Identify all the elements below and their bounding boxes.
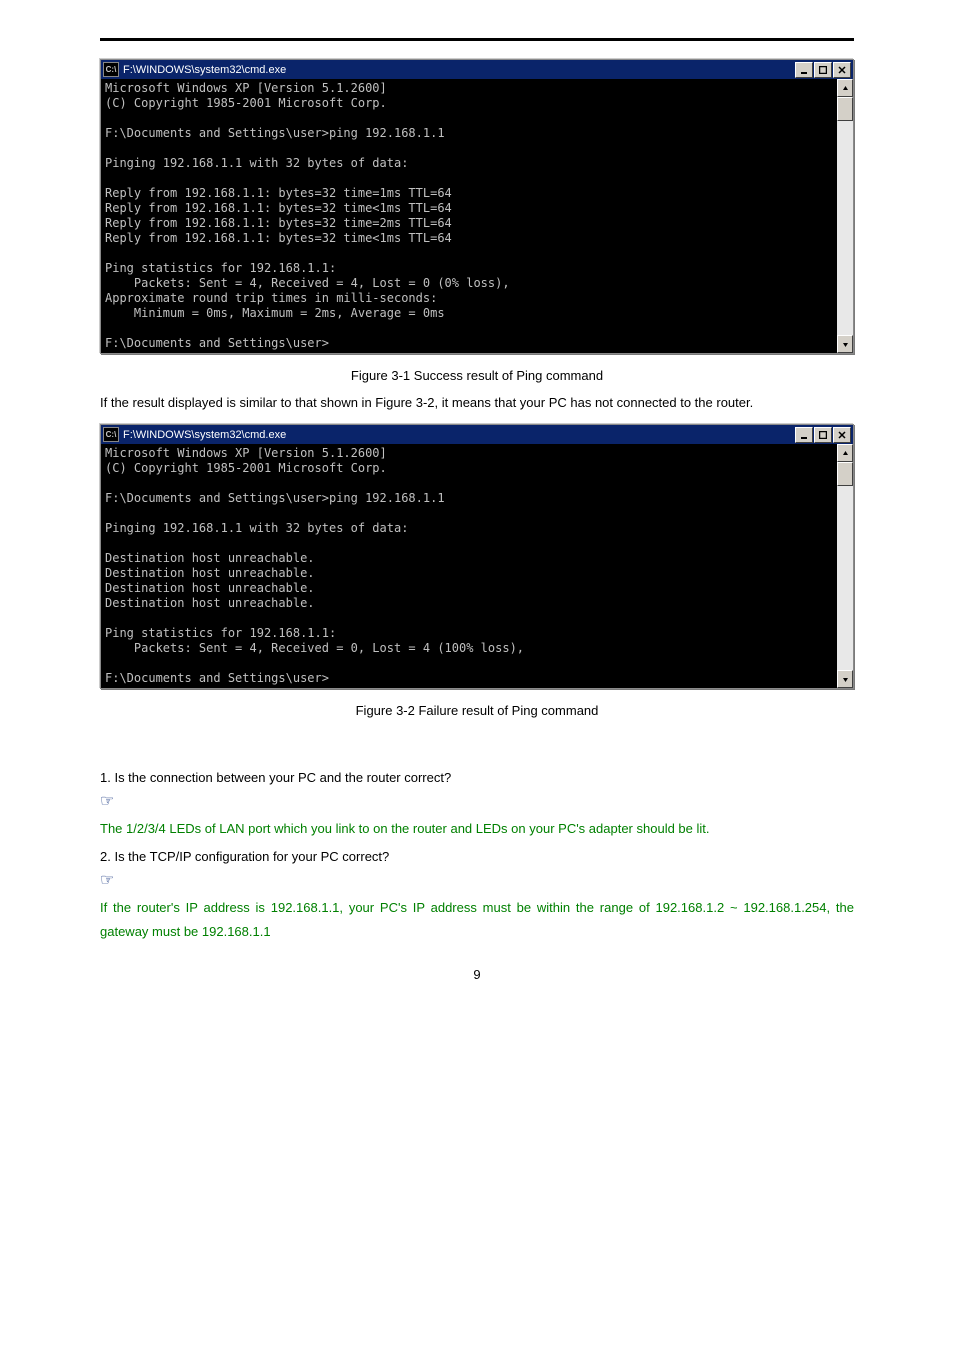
cmd-output: Microsoft Windows XP [Version 5.1.2600] … <box>101 79 837 353</box>
cmd-title-text: F:\WINDOWS\system32\cmd.exe <box>123 429 795 441</box>
check-question-1: 1. Is the connection between your PC and… <box>100 770 854 785</box>
maximize-button[interactable] <box>814 427 832 443</box>
cmd-title-text: F:\WINDOWS\system32\cmd.exe <box>123 64 795 76</box>
close-button[interactable] <box>833 62 851 78</box>
scrollbar[interactable] <box>837 444 853 688</box>
scroll-up-icon[interactable] <box>837 444 853 462</box>
scroll-up-icon[interactable] <box>837 79 853 97</box>
note-text-2: If the router's IP address is 192.168.1.… <box>100 896 854 944</box>
page-number: 9 <box>100 967 854 982</box>
document-page: C:\ F:\WINDOWS\system32\cmd.exe Microsof… <box>0 0 954 1012</box>
pointing-hand-icon: ☞ <box>100 872 114 889</box>
minimize-button[interactable] <box>795 62 813 78</box>
note-pointer-1: ☞ <box>100 791 854 811</box>
cmd-system-icon: C:\ <box>103 62 119 77</box>
note-pointer-2: ☞ <box>100 870 854 890</box>
scroll-down-icon[interactable] <box>837 335 853 353</box>
close-button[interactable] <box>833 427 851 443</box>
scroll-track[interactable] <box>837 121 853 335</box>
header-rule-thin <box>100 40 854 41</box>
pointing-hand-icon: ☞ <box>100 793 114 810</box>
cmd-window-failure: C:\ F:\WINDOWS\system32\cmd.exe Microsof… <box>100 424 854 689</box>
scroll-thumb[interactable] <box>837 97 853 121</box>
figure-caption-1: Figure 3-1 Success result of Ping comman… <box>100 368 854 383</box>
cmd-system-icon: C:\ <box>103 427 119 442</box>
scrollbar[interactable] <box>837 79 853 353</box>
minimize-button[interactable] <box>795 427 813 443</box>
paragraph-intro-failure: If the result displayed is similar to th… <box>100 391 854 414</box>
cmd-titlebar[interactable]: C:\ F:\WINDOWS\system32\cmd.exe <box>101 60 853 79</box>
scroll-down-icon[interactable] <box>837 670 853 688</box>
cmd-titlebar[interactable]: C:\ F:\WINDOWS\system32\cmd.exe <box>101 425 853 444</box>
scroll-track[interactable] <box>837 486 853 670</box>
check-question-2: 2. Is the TCP/IP configuration for your … <box>100 849 854 864</box>
maximize-button[interactable] <box>814 62 832 78</box>
scroll-thumb[interactable] <box>837 462 853 486</box>
figure-caption-2: Figure 3-2 Failure result of Ping comman… <box>100 703 854 718</box>
cmd-window-success: C:\ F:\WINDOWS\system32\cmd.exe Microsof… <box>100 59 854 354</box>
cmd-output: Microsoft Windows XP [Version 5.1.2600] … <box>101 444 837 688</box>
note-text-1: The 1/2/3/4 LEDs of LAN port which you l… <box>100 817 854 841</box>
